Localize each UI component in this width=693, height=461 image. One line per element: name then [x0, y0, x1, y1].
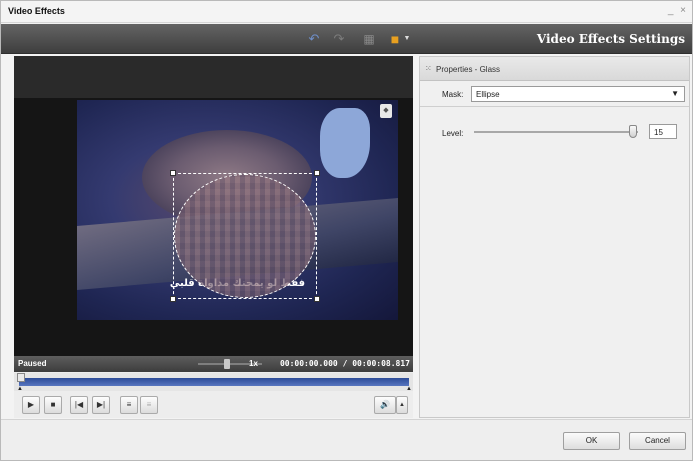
settings-title: Video Effects Settings	[536, 32, 685, 46]
resize-handle-bottom-right[interactable]	[314, 296, 320, 302]
play-icon[interactable]: ▶	[22, 396, 40, 414]
level-label: Level:	[442, 129, 464, 138]
playback-status-bar: Paused 1x 00:00:00.000 / 00:00:08.817	[14, 356, 413, 372]
title-bar: Video Effects _ ×	[1, 1, 692, 23]
resize-handle-top-left[interactable]	[170, 170, 176, 176]
resize-handle-bottom-left[interactable]	[170, 296, 176, 302]
volume-icon[interactable]: 🔊	[374, 396, 396, 414]
window-title: Video Effects	[8, 6, 65, 16]
ellipse-mask[interactable]	[174, 174, 316, 298]
dropdown-arrow-icon[interactable]: ▼	[402, 30, 412, 48]
background-shape	[320, 108, 370, 178]
level-slider-track[interactable]	[474, 131, 638, 133]
window-controls[interactable]: _ ×	[668, 5, 688, 16]
playhead[interactable]	[17, 373, 25, 382]
timeline[interactable]: ▲ ▲	[14, 373, 413, 392]
timeline-track[interactable]	[19, 378, 409, 386]
mark-out-icon[interactable]: ≡	[140, 396, 158, 414]
properties-panel: ⁙ Properties - Glass Mask: Ellipse ▼ Lev…	[419, 56, 690, 418]
level-input[interactable]: 15	[649, 124, 677, 139]
mask-label: Mask:	[442, 90, 464, 99]
mask-row: Mask: Ellipse ▼	[420, 81, 689, 107]
end-marker-icon[interactable]: ▲	[406, 386, 412, 392]
dialog-footer: OK Cancel	[1, 419, 692, 460]
toolbar: ↶ ↷ ▦ ■ ▼ Video Effects Settings	[1, 24, 692, 54]
channel-logo: ◆	[380, 104, 392, 118]
mark-in-icon[interactable]: ≡	[120, 396, 138, 414]
resize-handle-top-right[interactable]	[314, 170, 320, 176]
mask-dropdown[interactable]: Ellipse ▼	[471, 86, 685, 102]
properties-title: Properties - Glass	[436, 65, 501, 74]
playback-state: Paused	[18, 359, 47, 368]
chevron-down-icon[interactable]: ▼	[671, 89, 679, 98]
video-effects-window: Video Effects _ × ↶ ↷ ▦ ■ ▼ Video Effect…	[0, 0, 693, 461]
speed-label: 1x	[249, 359, 258, 368]
preview-pane: ◆ فقط لو يمحنك مداواة قلبي Paused 1x 00:…	[14, 56, 413, 418]
video-preview: ◆ فقط لو يمحنك مداواة قلبي	[14, 56, 413, 356]
mask-dropdown-value: Ellipse	[476, 90, 500, 99]
properties-header: ⁙ Properties - Glass	[420, 57, 689, 81]
stop-icon[interactable]: ■	[44, 396, 62, 414]
video-header	[14, 56, 413, 98]
glass-mask-region[interactable]	[170, 170, 320, 302]
video-frame: ◆ فقط لو يمحنك مداواة قلبي	[77, 100, 398, 320]
level-slider-knob[interactable]	[629, 125, 637, 138]
player-controls: ▶ ■ |◀ ▶| ≡ ≡ 🔊 ▲	[14, 394, 413, 418]
ok-button[interactable]: OK	[563, 432, 620, 450]
timecode: 00:00:00.000 / 00:00:08.817	[279, 359, 410, 368]
start-marker-icon[interactable]: ▲	[17, 386, 23, 392]
cancel-button[interactable]: Cancel	[629, 432, 686, 450]
undo-icon[interactable]: ↶	[305, 30, 323, 48]
redo-icon[interactable]: ↷	[330, 30, 348, 48]
speed-slider-knob[interactable]	[224, 359, 230, 369]
grid-icon[interactable]: ▦	[360, 30, 378, 48]
previous-icon[interactable]: |◀	[70, 396, 88, 414]
volume-menu-icon[interactable]: ▲	[396, 396, 408, 414]
properties-icon: ⁙	[425, 64, 432, 73]
next-icon[interactable]: ▶|	[92, 396, 110, 414]
